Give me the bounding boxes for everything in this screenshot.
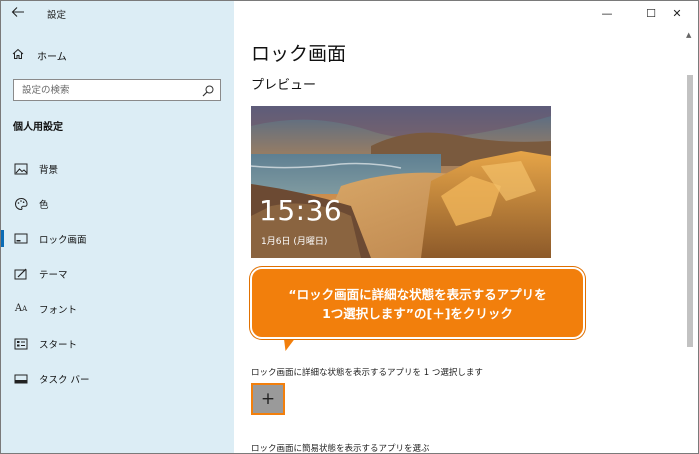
- home-link[interactable]: ホーム: [11, 46, 67, 64]
- palette-icon: [13, 196, 29, 212]
- section-title: 個人用設定: [13, 122, 63, 133]
- image-icon: [13, 161, 29, 177]
- sidebar-item-lock-screen[interactable]: ロック画面: [1, 221, 234, 256]
- callout-line-1: “ロック画面に詳細な状態を表示するアプリを: [288, 287, 547, 302]
- taskbar-icon: [13, 371, 29, 387]
- preview-clock: 15:36: [259, 194, 343, 227]
- main-content: — ☐ ✕ ロック画面 プレビュー 15:36 1月6日 (月曜日) “ロック画…: [234, 1, 698, 454]
- close-icon: ✕: [672, 6, 682, 20]
- settings-window: 設定 ホーム 個人用設定 背景: [0, 0, 699, 454]
- app-title: 設定: [47, 10, 67, 21]
- sidebar-item-label: フォント: [39, 304, 78, 316]
- scroll-up-arrow-icon[interactable]: ▲: [686, 31, 691, 39]
- sidebar-item-colors[interactable]: 色: [1, 186, 234, 221]
- font-icon: AA: [14, 303, 28, 314]
- vertical-scrollbar[interactable]: ▲: [684, 31, 696, 453]
- settings-search-box[interactable]: [13, 79, 221, 101]
- sidebar-item-label: スタート: [39, 339, 78, 351]
- sidebar-item-background[interactable]: 背景: [1, 151, 234, 186]
- sidebar-item-label: タスク バー: [39, 374, 90, 386]
- minimize-button[interactable]: —: [584, 1, 630, 25]
- callout-text: “ロック画面に詳細な状態を表示するアプリを 1つ選択します”の[＋]をクリック: [252, 285, 583, 323]
- page-title: ロック画面: [251, 43, 347, 65]
- add-detail-app-button[interactable]: +: [251, 383, 285, 415]
- theme-icon: [13, 266, 29, 282]
- sidebar-item-fonts[interactable]: AA フォント: [1, 291, 234, 326]
- search-input[interactable]: [14, 80, 194, 100]
- back-arrow-icon[interactable]: [11, 5, 27, 21]
- close-button[interactable]: ✕: [654, 1, 698, 25]
- search-icon[interactable]: [201, 83, 215, 97]
- callout-line-2: 1つ選択します”の[＋]をクリック: [322, 306, 513, 321]
- sidebar-item-start[interactable]: スタート: [1, 326, 234, 361]
- sidebar-item-label: 背景: [39, 164, 59, 176]
- sidebar-item-label: 色: [39, 199, 49, 211]
- start-icon: [13, 336, 29, 352]
- sidebar-item-taskbar[interactable]: タスク バー: [1, 361, 234, 396]
- sidebar-nav: 背景 色 ロック画面 テーマ AA フォント スタート タスク バー: [1, 151, 234, 396]
- minimize-icon: —: [601, 6, 613, 20]
- plus-icon: +: [260, 388, 276, 409]
- sidebar-item-label: ロック画面: [39, 234, 87, 246]
- lock-screen-icon: [13, 231, 29, 247]
- home-icon: [11, 47, 27, 64]
- quick-status-label: ロック画面に簡易状態を表示するアプリを選ぶ: [251, 444, 430, 454]
- lock-screen-preview: 15:36 1月6日 (月曜日): [251, 106, 551, 258]
- detail-status-label: ロック画面に詳細な状態を表示するアプリを 1 つ選択します: [251, 368, 483, 378]
- home-label: ホーム: [37, 51, 67, 63]
- sidebar-item-label: テーマ: [39, 269, 68, 281]
- sidebar: 設定 ホーム 個人用設定 背景: [1, 1, 234, 453]
- sidebar-item-themes[interactable]: テーマ: [1, 256, 234, 291]
- instruction-callout: “ロック画面に詳細な状態を表示するアプリを 1つ選択します”の[＋]をクリック: [250, 267, 585, 339]
- preview-heading: プレビュー: [251, 78, 317, 93]
- scroll-thumb[interactable]: [687, 75, 693, 347]
- preview-date: 1月6日 (月曜日): [261, 237, 328, 247]
